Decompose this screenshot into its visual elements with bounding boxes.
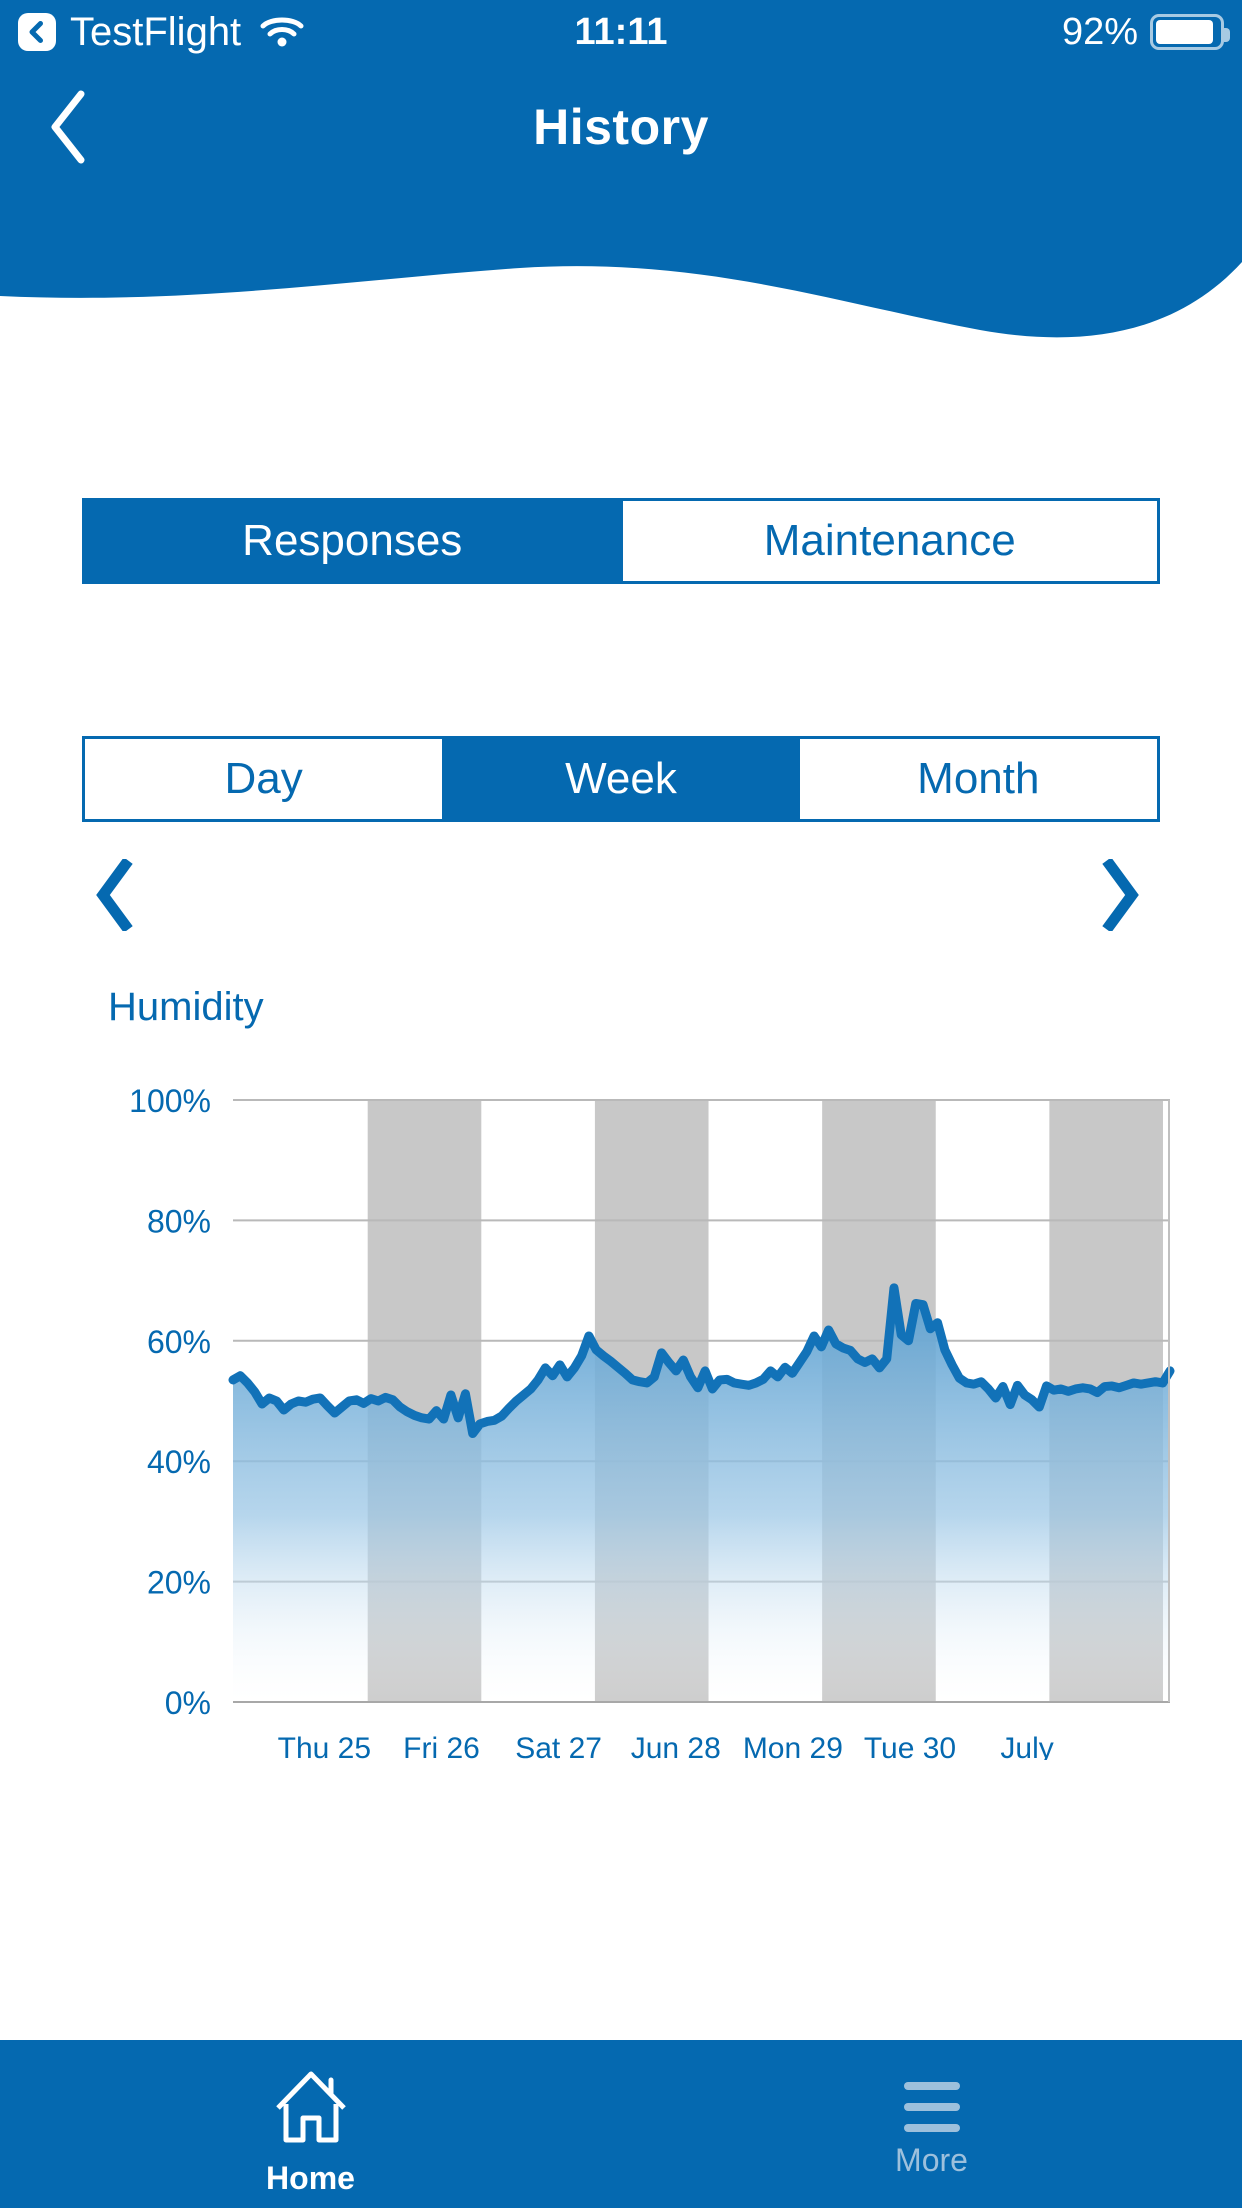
tab-week[interactable]: Week <box>442 739 800 819</box>
tab-more-label: More <box>895 2141 968 2178</box>
chart-title: Humidity <box>108 985 264 1029</box>
y-tick-label: 0% <box>165 1685 211 1721</box>
tab-day-label: Day <box>224 754 303 803</box>
app-header: TestFlight 11:11 92% History <box>0 0 1242 340</box>
x-tick-label: Jun 28 <box>631 1732 721 1760</box>
y-tick-label: 40% <box>147 1444 211 1480</box>
status-bar-clock: 11:11 <box>574 10 668 53</box>
tab-maintenance-label: Maintenance <box>763 516 1016 565</box>
humidity-chart-svg: 0% 20% 40% 60% 80% 100% Thu 25 Fri 26 Sat 27 Jun… <box>129 1083 1175 1760</box>
y-tick-label: 80% <box>147 1203 211 1239</box>
x-tick-label: Tue 30 <box>864 1732 956 1760</box>
chevron-right-icon <box>1102 859 1139 931</box>
y-tick-label: 100% <box>129 1083 211 1119</box>
tab-home[interactable]: Home <box>0 2040 621 2208</box>
responses-maintenance-segmented-control[interactable]: Responses Maintenance <box>82 498 1160 584</box>
humidity-history-chart: 0% 20% 40% 60% 80% 100% Thu 25 Fri 26 Sat 27 Jun… <box>0 1060 1242 1760</box>
previous-period-button[interactable] <box>70 850 160 940</box>
home-icon <box>275 2071 346 2142</box>
status-bar: TestFlight 11:11 92% <box>0 0 1242 64</box>
bottom-tab-bar[interactable]: Home More <box>0 2040 1242 2208</box>
x-axis-tick-labels: Thu 25 Fri 26 Sat 27 Jun 28 Mon 29 Tue 30 July <box>278 1732 1054 1760</box>
tab-responses-label: Responses <box>242 516 463 565</box>
battery-icon <box>1150 14 1230 50</box>
y-tick-label: 20% <box>147 1565 211 1601</box>
y-tick-label: 60% <box>147 1324 211 1360</box>
tab-month-label: Month <box>917 754 1040 803</box>
page-title: History <box>533 99 709 155</box>
tab-week-label: Week <box>565 754 677 803</box>
tab-responses[interactable]: Responses <box>85 501 620 581</box>
x-tick-label: Sat 27 <box>515 1732 602 1760</box>
hamburger-menu-icon <box>903 2081 960 2132</box>
tab-home-label: Home <box>266 2159 355 2196</box>
battery-percent-label: 92% <box>1061 10 1138 53</box>
day-week-month-segmented-control[interactable]: Day Week Month <box>82 736 1160 822</box>
x-tick-label: Mon 29 <box>743 1732 843 1760</box>
tab-more[interactable]: More <box>621 2040 1242 2208</box>
tab-month[interactable]: Month <box>799 739 1157 819</box>
tab-day[interactable]: Day <box>85 739 443 819</box>
next-period-button[interactable] <box>1075 850 1165 940</box>
x-tick-label: Thu 25 <box>278 1732 371 1760</box>
x-tick-label: July <box>1000 1732 1053 1760</box>
chevron-left-icon <box>96 859 133 931</box>
tab-maintenance[interactable]: Maintenance <box>619 501 1157 581</box>
x-tick-label: Fri 26 <box>403 1732 480 1760</box>
y-axis-tick-labels: 0% 20% 40% 60% 80% 100% <box>129 1083 211 1721</box>
